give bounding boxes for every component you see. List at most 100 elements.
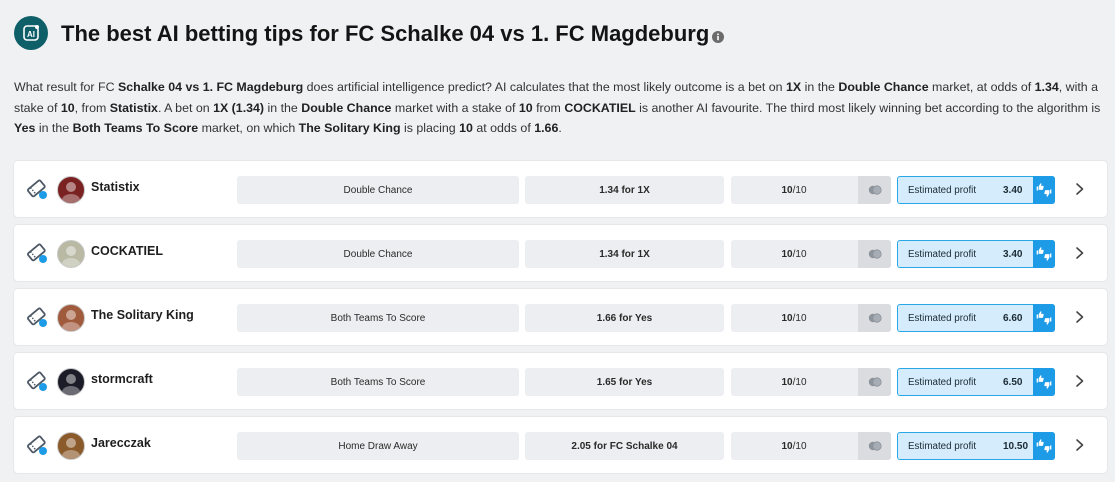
stake-value: 10/10	[731, 249, 857, 260]
description-segment: market, at odds of	[928, 80, 1035, 94]
thumbs-up-down-icon[interactable]	[1033, 432, 1055, 460]
chevron-right-icon[interactable]	[1074, 246, 1086, 265]
tip-row[interactable]: The Solitary King Both Teams To Score 1.…	[14, 289, 1107, 345]
stake-amount: 10	[781, 184, 793, 196]
description-segment: Double Chance	[301, 100, 392, 115]
chevron-right-icon[interactable]	[1074, 182, 1086, 201]
description-segment: Both Teams To Score	[72, 121, 199, 135]
header: AI	[14, 16, 48, 50]
tipster-avatar[interactable]	[57, 432, 85, 460]
description-segment: at odds of	[472, 121, 535, 135]
description-segment: in the	[801, 80, 839, 94]
ai-badge-icon: AI	[14, 16, 48, 50]
stake-pill: 10/10	[731, 368, 891, 396]
estimated-profit-label: Estimated profit	[908, 377, 977, 388]
bet-ticket-icon	[26, 370, 48, 397]
description-segment: 1X (1.34)	[213, 100, 265, 115]
stake-value: 10/10	[731, 377, 857, 388]
tipster-avatar[interactable]	[57, 368, 85, 396]
prediction-description: What result for FC Schalke 04 vs 1. FC M…	[14, 77, 1104, 139]
coins-icon	[858, 432, 891, 460]
odds-label: 1.34 for 1X	[599, 184, 650, 196]
chevron-right-icon[interactable]	[1074, 374, 1086, 393]
coins-icon	[858, 368, 891, 396]
description-segment: is another AI favourite. The third most …	[635, 100, 1101, 115]
bet-ticket-icon	[26, 434, 48, 461]
description-segment: Schalke 04 vs 1. FC Magdeburg	[117, 80, 304, 94]
description-segment: 10	[60, 100, 75, 115]
estimated-profit: Estimated profit 3.40	[897, 176, 1055, 204]
coins-icon	[858, 176, 891, 204]
estimated-profit: Estimated profit 6.60	[897, 304, 1055, 332]
estimated-profit-value: 6.50	[1003, 377, 1023, 388]
description-segment: , from	[74, 100, 110, 115]
description-segment: .	[558, 121, 562, 135]
tipster-name[interactable]: COCKATIEL	[91, 244, 163, 258]
tipster-name[interactable]: stormcraft	[91, 372, 153, 386]
page-title: The best AI betting tips for FC Schalke …	[61, 21, 710, 46]
coins-icon	[858, 304, 891, 332]
tipster-avatar[interactable]	[57, 240, 85, 268]
estimated-profit-value: 3.40	[1003, 249, 1023, 260]
chevron-right-icon[interactable]	[1074, 438, 1086, 457]
tip-row[interactable]: Statistix Double Chance 1.34 for 1X 10/1…	[14, 161, 1107, 217]
market-pill: Both Teams To Score	[237, 368, 519, 396]
chevron-right-icon[interactable]	[1074, 310, 1086, 329]
description-segment: The Solitary King	[298, 121, 401, 135]
description-segment: market with a stake of	[391, 100, 519, 115]
info-icon[interactable]	[712, 30, 724, 48]
tipster-name[interactable]: The Solitary King	[91, 308, 194, 322]
bet-ticket-icon	[26, 242, 48, 269]
estimated-profit-label: Estimated profit	[908, 185, 977, 196]
estimated-profit-label: Estimated profit	[908, 313, 977, 324]
stake-amount: 10	[781, 248, 793, 260]
odds-pill: 1.34 for 1X	[525, 240, 724, 268]
thumbs-up-down-icon[interactable]	[1033, 176, 1055, 204]
odds-pill: 1.65 for Yes	[525, 368, 724, 396]
odds-pill: 1.66 for Yes	[525, 304, 724, 332]
thumbs-up-down-icon[interactable]	[1033, 368, 1055, 396]
description-segment: . A bet on	[157, 100, 214, 115]
description-segment: in the	[35, 121, 73, 135]
tipster-avatar[interactable]	[57, 176, 85, 204]
market-label: Both Teams To Score	[330, 312, 426, 324]
tip-row[interactable]: stormcraft Both Teams To Score 1.65 for …	[14, 353, 1107, 409]
estimated-profit: Estimated profit 6.50	[897, 368, 1055, 396]
tipster-name[interactable]: Jarecczak	[91, 436, 151, 450]
svg-text:AI: AI	[27, 30, 35, 39]
description-segment: does artificial intelligence predict? AI…	[303, 80, 787, 94]
market-pill: Double Chance	[237, 240, 519, 268]
description-segment: 1.34	[1034, 80, 1059, 94]
market-pill: Home Draw Away	[237, 432, 519, 460]
tipster-avatar[interactable]	[57, 304, 85, 332]
tipster-name[interactable]: Statistix	[91, 180, 140, 194]
description-segment: in the	[264, 100, 302, 115]
estimated-profit: Estimated profit 10.50	[897, 432, 1055, 460]
stake-amount: 10	[781, 312, 793, 324]
description-segment: 1X	[786, 80, 802, 94]
stake-value: 10/10	[731, 441, 857, 452]
bet-ticket-icon	[26, 178, 48, 205]
stake-total: /10	[792, 184, 807, 196]
odds-label: 1.65 for Yes	[596, 376, 653, 388]
thumbs-up-down-icon[interactable]	[1033, 240, 1055, 268]
estimated-profit-label: Estimated profit	[908, 249, 977, 260]
tip-row[interactable]: COCKATIEL Double Chance 1.34 for 1X 10/1…	[14, 225, 1107, 281]
stake-value: 10/10	[731, 313, 857, 324]
description-segment: market, on which	[198, 121, 299, 135]
description-segment: Statistix	[109, 100, 158, 115]
estimated-profit-label: Estimated profit	[908, 441, 977, 452]
stake-total: /10	[792, 312, 807, 324]
stake-amount: 10	[781, 376, 793, 388]
description-segment: is placing	[400, 121, 460, 135]
description-segment: 10	[459, 121, 473, 135]
description-segment: from	[532, 100, 565, 115]
thumbs-up-down-icon[interactable]	[1033, 304, 1055, 332]
tips-list: Statistix Double Chance 1.34 for 1X 10/1…	[14, 161, 1107, 481]
description-segment: Double Chance	[838, 80, 929, 94]
stake-pill: 10/10	[731, 304, 891, 332]
tip-row[interactable]: Jarecczak Home Draw Away 2.05 for FC Sch…	[14, 417, 1107, 473]
odds-pill: 2.05 for FC Schalke 04	[525, 432, 724, 460]
estimated-profit: Estimated profit 3.40	[897, 240, 1055, 268]
odds-label: 1.66 for Yes	[596, 312, 653, 324]
